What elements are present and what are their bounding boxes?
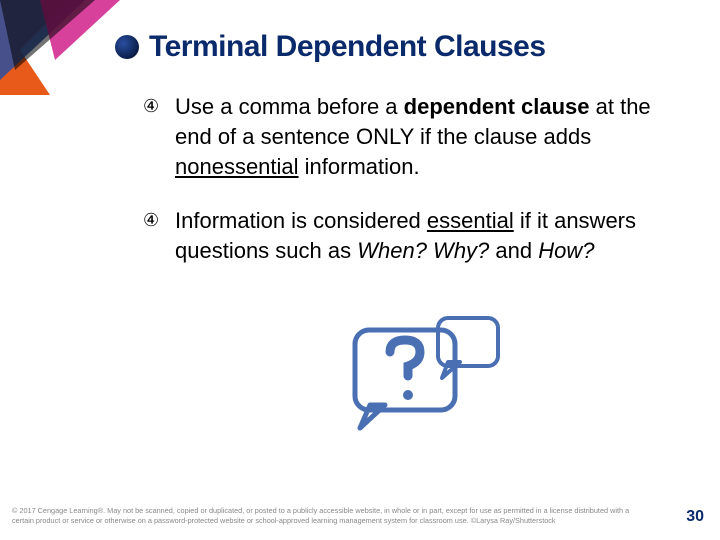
copyright-text: © 2017 Cengage Learning®. May not be sca… xyxy=(12,506,652,526)
bullet-text: Information is considered essential if i… xyxy=(175,206,685,266)
bullet-marker: ④ xyxy=(143,92,161,120)
title-bullet-icon xyxy=(115,35,139,59)
corner-decoration xyxy=(0,0,120,95)
footer: © 2017 Cengage Learning®. May not be sca… xyxy=(12,506,708,526)
list-item: ④ Use a comma before a dependent clause … xyxy=(143,92,690,182)
question-speech-bubble-icon xyxy=(320,310,510,450)
title-row: Terminal Dependent Clauses xyxy=(115,30,690,64)
list-item: ④ Information is considered essential if… xyxy=(143,206,690,266)
bullet-list: ④ Use a comma before a dependent clause … xyxy=(115,92,690,266)
page-number: 30 xyxy=(686,508,704,526)
slide-content: Terminal Dependent Clauses ④ Use a comma… xyxy=(115,30,690,290)
bullet-marker: ④ xyxy=(143,206,161,234)
bullet-text: Use a comma before a dependent clause at… xyxy=(175,92,685,182)
slide-title: Terminal Dependent Clauses xyxy=(149,30,546,64)
